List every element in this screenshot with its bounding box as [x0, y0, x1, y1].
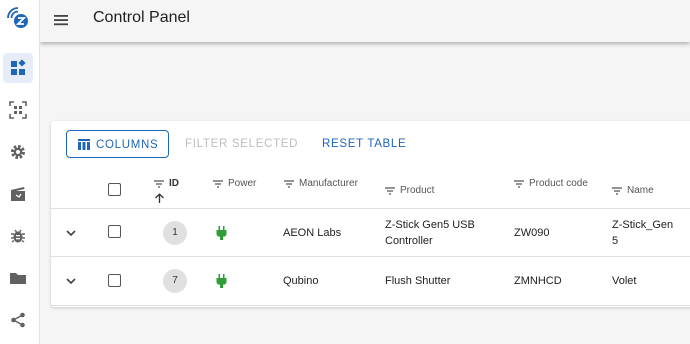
power-plug-icon — [216, 226, 227, 240]
manufacturer-cell: Qubino — [283, 275, 319, 287]
settings-gear-icon — [11, 145, 25, 159]
row-divider — [51, 208, 690, 209]
zwave-logo[interactable] — [4, 4, 32, 32]
hamburger-menu-icon — [54, 15, 68, 26]
filter-list-icon — [154, 179, 164, 188]
share-icon — [11, 312, 25, 328]
sidebar-item-network-graph[interactable] — [3, 305, 33, 335]
filter-list-icon — [213, 179, 223, 188]
product-code-cell: ZW090 — [514, 227, 550, 239]
node-id-badge: 1 — [163, 221, 187, 245]
column-header-product-label: Product — [400, 185, 435, 196]
view-column-icon — [78, 139, 90, 150]
column-header-product-code[interactable]: Product code — [514, 178, 588, 189]
filter-list-icon — [514, 179, 524, 188]
sidebar-item-store[interactable] — [3, 263, 33, 293]
row-select-checkbox[interactable] — [108, 225, 121, 238]
column-header-name-label: Name — [627, 185, 654, 196]
sort-ascending-arrow-icon[interactable] — [154, 193, 165, 204]
column-header-name[interactable]: Name — [612, 185, 654, 196]
row-divider — [51, 256, 690, 257]
page-title: Control Panel — [93, 9, 190, 26]
columns-button-label: Columns — [96, 139, 159, 151]
chevron-down-icon[interactable] — [65, 275, 77, 287]
sidebar-item-scenes[interactable] — [3, 179, 33, 209]
row-divider — [51, 305, 690, 306]
qr-code-scan-icon — [9, 101, 27, 119]
column-header-id-label: ID — [169, 178, 179, 189]
select-all-checkbox[interactable] — [108, 183, 121, 196]
nodes-table-card: Columns Filter selected Reset table ID P… — [51, 121, 690, 307]
name-cell: Volet — [612, 275, 637, 287]
product-code-cell: ZMNHCD — [514, 275, 562, 287]
sidebar-item-smart-start[interactable] — [3, 95, 33, 125]
menu-button[interactable] — [52, 10, 72, 30]
sidebar-item-control-panel[interactable] — [3, 53, 33, 83]
debug-bug-icon — [11, 229, 25, 243]
manufacturer-cell: AEON Labs — [283, 227, 342, 239]
sidebar — [0, 0, 40, 344]
column-header-power-label: Power — [228, 178, 257, 189]
row-select-checkbox[interactable] — [108, 274, 121, 287]
filter-list-icon — [385, 186, 395, 195]
app-bar: Control Panel — [40, 0, 690, 42]
name-cell: Z-Stick_Gen5 — [612, 219, 674, 247]
product-cell: Z-Stick Gen5 USB Controller — [385, 219, 475, 247]
dashboard-icon — [11, 59, 26, 75]
power-plug-icon — [216, 274, 227, 288]
column-header-id[interactable]: ID — [154, 178, 179, 189]
column-header-manufacturer[interactable]: Manufacturer — [284, 178, 358, 189]
scenes-clapperboard-icon — [11, 187, 25, 201]
columns-button[interactable]: Columns — [66, 130, 169, 158]
filter-list-icon — [284, 179, 294, 188]
product-cell: Flush Shutter — [385, 275, 451, 287]
sidebar-item-debug[interactable] — [3, 221, 33, 251]
node-id-badge: 7 — [163, 269, 187, 293]
reset-table-button[interactable]: Reset table — [322, 130, 406, 158]
folder-icon — [10, 273, 26, 284]
sidebar-item-settings[interactable] — [3, 137, 33, 167]
column-header-power[interactable]: Power — [213, 178, 256, 189]
filter-list-icon — [612, 186, 622, 195]
column-header-manufacturer-label: Manufacturer — [299, 178, 358, 189]
filter-selected-button[interactable]: Filter selected — [185, 130, 298, 158]
column-header-product-code-label: Product code — [529, 178, 588, 189]
chevron-down-icon[interactable] — [65, 227, 77, 239]
column-header-product[interactable]: Product — [385, 185, 434, 196]
